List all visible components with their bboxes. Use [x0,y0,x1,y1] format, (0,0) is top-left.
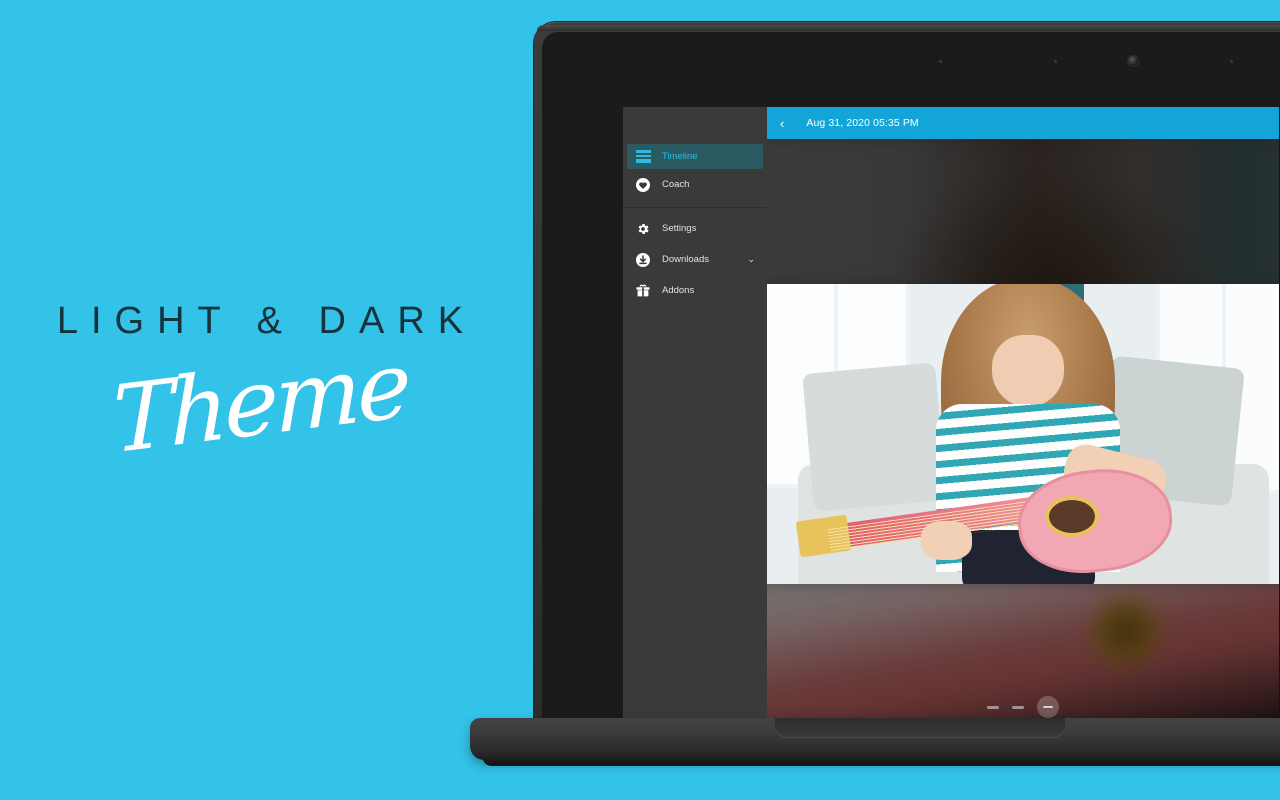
sidebar-item-label: Addons [662,285,695,296]
prev-control[interactable] [987,705,999,709]
sidebar-secondary-group: Settings Downloads ⌄ Addons [623,207,767,303]
download-circle-icon [635,252,651,268]
timeline-icon [635,149,651,165]
feed-cards [767,139,1279,722]
sidebar-item-label: Timeline [662,151,698,162]
webcam-icon [1128,56,1138,66]
top-bar: ‹ Aug 31, 2020 05:35 PM [767,107,1279,139]
sidebar: Timeline Coach Settings Downloads ⌄ Addo… [623,107,767,722]
timeline-date-label: Aug 31, 2020 05:35 PM [806,117,919,129]
sidebar-item-label: Coach [662,179,690,190]
chevron-down-icon[interactable]: ⌄ [747,255,755,264]
more-control[interactable] [1037,696,1059,718]
sidebar-item-label: Downloads [662,254,709,265]
photo-controls [987,696,1059,718]
sidebar-primary-group: Timeline Coach [623,107,767,197]
laptop-lid: Timeline Coach Settings Downloads ⌄ Addo… [534,22,1280,722]
laptop-base-lip [482,754,1280,766]
feed-card-next[interactable] [767,584,1279,722]
laptop-bezel: Timeline Coach Settings Downloads ⌄ Addo… [542,32,1280,722]
next-control[interactable] [1012,705,1024,709]
sidebar-item-addons[interactable]: Addons [627,278,763,303]
screen: Timeline Coach Settings Downloads ⌄ Addo… [623,107,1280,722]
promo-text-block: LIGHT & DARK Theme [0,300,520,474]
camera-strip [542,52,1280,74]
timeline-feed: ‹ Aug 31, 2020 05:35 PM [767,107,1279,722]
sidebar-item-timeline[interactable]: Timeline [627,144,763,169]
photo-main [767,284,1279,584]
gear-icon [635,221,651,237]
feed-card-previous[interactable] [767,139,1279,284]
feed-card-main[interactable] [767,284,1279,584]
sidebar-item-settings[interactable]: Settings [627,216,763,241]
back-button[interactable]: ‹ [780,117,784,130]
laptop-device: Timeline Coach Settings Downloads ⌄ Addo… [470,0,1280,800]
sidebar-item-downloads[interactable]: Downloads ⌄ [627,247,763,272]
sidebar-item-label: Settings [662,223,697,234]
coach-heart-icon [635,177,651,193]
sidebar-item-coach[interactable]: Coach [627,172,763,197]
addons-box-icon [635,283,651,299]
